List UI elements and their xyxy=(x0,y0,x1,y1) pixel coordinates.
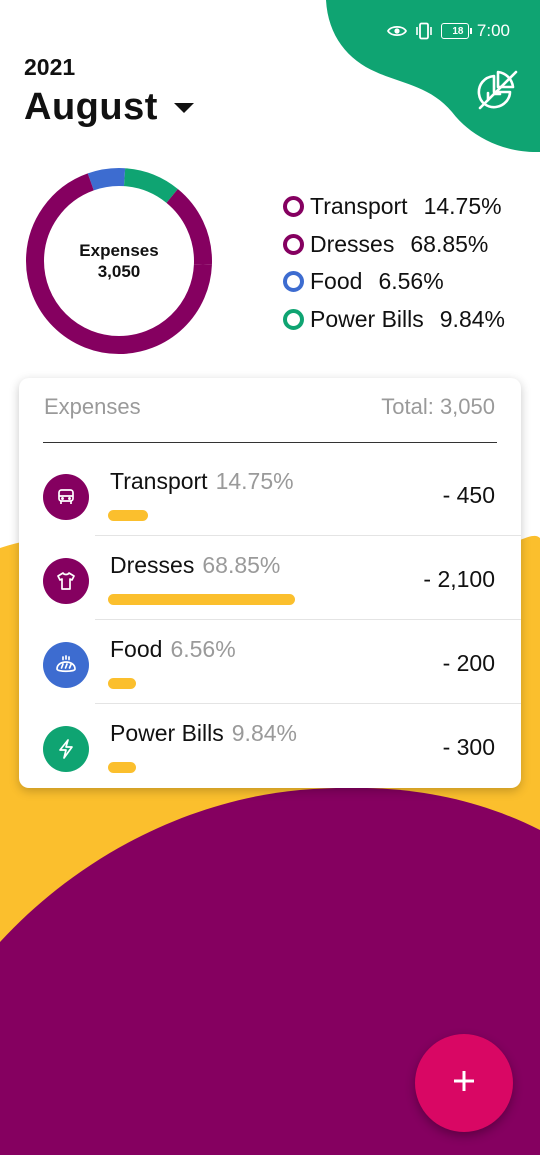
expense-percent: 9.84% xyxy=(231,720,297,746)
legend-label: Transport xyxy=(310,193,408,220)
add-expense-button[interactable] xyxy=(415,1034,513,1132)
legend-label: Food xyxy=(310,268,363,295)
expense-share-bar xyxy=(108,762,136,773)
clock: 7:00 xyxy=(476,21,510,40)
battery-level: 18 xyxy=(452,25,464,37)
tshirt-icon xyxy=(43,558,89,604)
legend-item-dresses: Dresses 68.85% xyxy=(283,226,505,264)
expense-percent: 14.75% xyxy=(215,468,294,494)
legend-percent: 6.56% xyxy=(378,268,444,295)
chart-legend: Transport 14.75% Dresses 68.85% Food 6.5… xyxy=(283,188,505,338)
expense-amount: - 450 xyxy=(442,482,495,508)
vibrate-icon xyxy=(415,22,433,40)
legend-ring-icon xyxy=(283,196,304,218)
expense-amount: - 200 xyxy=(442,650,495,676)
legend-item-food: Food 6.56% xyxy=(283,263,505,301)
expense-percent: 6.56% xyxy=(170,636,236,662)
expenses-donut-chart: Expenses 3,050 xyxy=(24,166,214,356)
expense-row-dresses[interactable]: Dresses 68.85% - 2,100 xyxy=(19,536,521,620)
expense-amount: - 300 xyxy=(442,734,495,760)
expense-name: Power Bills xyxy=(110,720,224,746)
lightning-icon xyxy=(43,726,89,772)
expense-title: Dresses 68.85% xyxy=(110,552,280,579)
expense-name: Transport xyxy=(110,468,208,494)
donut-center-total: 3,050 xyxy=(97,262,141,281)
expense-percent: 68.85% xyxy=(202,552,281,578)
expense-title: Transport 14.75% xyxy=(110,468,294,495)
expense-share-bar xyxy=(108,678,136,689)
expense-share-bar xyxy=(108,510,148,521)
card-total: Total: 3,050 xyxy=(381,394,495,419)
legend-label: Power Bills xyxy=(310,305,424,332)
month-selector[interactable]: August xyxy=(24,86,194,129)
card-divider xyxy=(43,442,497,443)
card-title: Expenses xyxy=(44,394,141,419)
card-header: Expenses Total: 3,050 xyxy=(44,394,495,422)
month-label: August xyxy=(24,86,158,128)
legend-percent: 14.75% xyxy=(423,193,502,220)
legend-ring-icon xyxy=(283,233,304,255)
car-icon xyxy=(43,474,89,520)
legend-label: Dresses xyxy=(310,230,395,257)
expense-row-transport[interactable]: Transport 14.75% - 450 xyxy=(19,452,521,536)
expense-name: Dresses xyxy=(110,552,195,578)
legend-percent: 68.85% xyxy=(410,230,489,257)
expense-share-bar xyxy=(108,594,295,605)
plus-icon xyxy=(452,1069,476,1098)
eye-icon xyxy=(386,24,407,38)
expense-row-food[interactable]: Food 6.56% - 200 xyxy=(19,620,521,704)
expense-title: Power Bills 9.84% xyxy=(110,720,297,747)
legend-item-transport: Transport 14.75% xyxy=(283,188,505,226)
legend-ring-icon xyxy=(283,271,304,293)
expense-name: Food xyxy=(110,636,163,662)
legend-ring-icon xyxy=(283,308,304,330)
battery-icon: 18 xyxy=(440,23,472,39)
expense-amount: - 2,100 xyxy=(423,566,495,592)
expenses-card: Expenses Total: 3,050 Transport 14.75% - … xyxy=(19,378,521,788)
year-label: 2021 xyxy=(24,54,76,80)
bread-icon xyxy=(43,642,89,688)
pie-chart-leaf-icon[interactable] xyxy=(472,66,520,114)
expense-row-power-bills[interactable]: Power Bills 9.84% - 300 xyxy=(19,704,521,788)
legend-percent: 9.84% xyxy=(439,305,505,332)
dropdown-caret-icon xyxy=(173,101,194,119)
donut-center-label: Expenses xyxy=(79,241,159,260)
expense-title: Food 6.56% xyxy=(110,636,236,663)
legend-item-power-bills: Power Bills 9.84% xyxy=(283,301,505,339)
status-bar: 18 7:00 xyxy=(386,18,510,44)
